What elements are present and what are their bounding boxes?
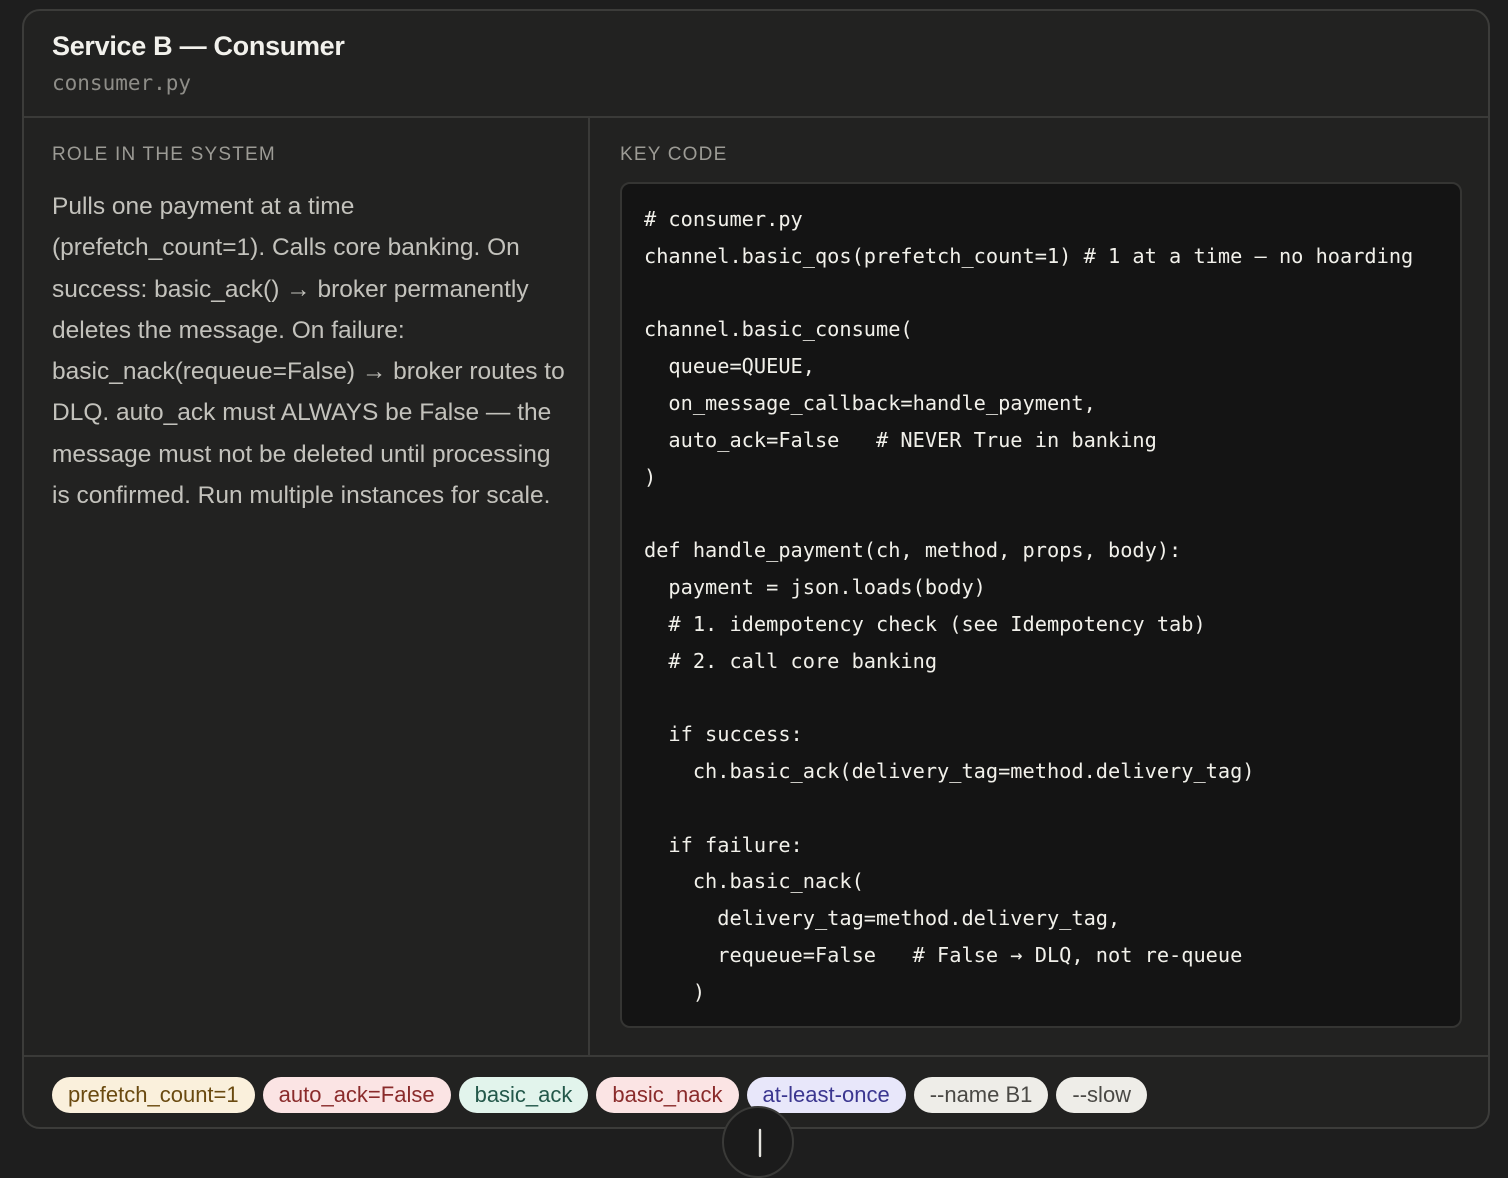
code-section-label: KEY CODE <box>620 144 728 165</box>
tag-chip[interactable]: basic_ack <box>458 1077 589 1113</box>
tag-chip[interactable]: basic_nack <box>596 1077 739 1113</box>
card-header: Service B — Consumer consumer.py <box>24 11 1488 118</box>
tag-chip[interactable]: --name B1 <box>913 1077 1049 1113</box>
code-text: # consumer.py channel.basic_qos(prefetch… <box>644 207 1414 1004</box>
tag-list: prefetch_count=1 auto_ack=False basic_ack b… <box>52 1077 1148 1113</box>
consumer-card: Service B — Consumer consumer.py ROLE IN… <box>22 9 1490 1129</box>
scroll-down-button[interactable] <box>722 1106 794 1178</box>
card-title: Service B — Consumer <box>52 31 345 61</box>
role-description: Pulls one payment at a time (prefetch_co… <box>52 193 565 510</box>
role-section-label: ROLE IN THE SYSTEM <box>52 144 276 165</box>
role-panel: ROLE IN THE SYSTEM Pulls one payment at … <box>24 118 590 1056</box>
file-name: consumer.py <box>52 71 192 95</box>
tag-chip[interactable]: auto_ack=False <box>262 1077 451 1113</box>
code-block: # consumer.py channel.basic_qos(prefetch… <box>620 182 1462 1028</box>
code-panel: KEY CODE # consumer.py channel.basic_qos… <box>590 118 1488 1056</box>
tag-chip[interactable]: prefetch_count=1 <box>52 1077 255 1113</box>
arrow-down-icon <box>758 1128 762 1158</box>
tag-chip[interactable]: --slow <box>1056 1077 1148 1113</box>
